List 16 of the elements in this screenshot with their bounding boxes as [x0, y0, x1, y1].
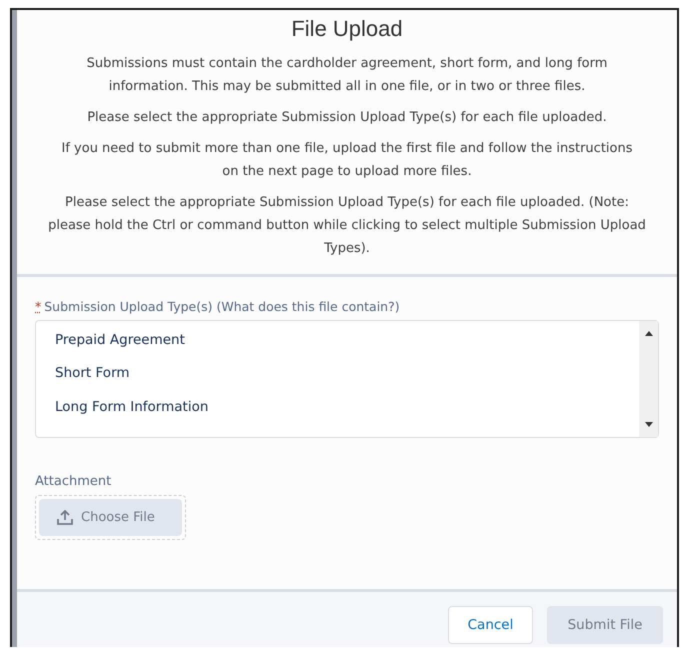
dialog-title: File Upload: [291, 16, 403, 42]
upload-icon: [57, 510, 73, 525]
cancel-button[interactable]: Cancel: [448, 606, 533, 644]
instruction-text: Please select the appropriate Submission Upload Type(s) for each file uploaded. (Note: please hold the Ctrl or command button while clicking to select multiple Submission Upload Types).: [47, 194, 647, 258]
list-option[interactable]: Short Form: [36, 362, 639, 396]
instruction-text: If you need to submit more than one file, upload the first file and follow the instructions on the next page to upload more files.: [60, 140, 634, 181]
field-label: Submission Upload Type(s) (What does this file contain?): [44, 299, 400, 314]
required-mark: *: [35, 299, 42, 314]
multi-select-list[interactable]: Prepaid Agreement Short Form Long Form Information: [35, 320, 659, 438]
instruction-text: Submissions must contain the cardholder agreement, short form, and long form information. This may be submitted all in one file, or in two or three files.: [86, 55, 608, 96]
scroll-down-icon[interactable]: [644, 422, 652, 427]
scroll-up-icon[interactable]: [644, 331, 652, 336]
attachment-label: Attachment: [35, 474, 112, 489]
instruction-text: Please select the appropriate Submission Upload Type(s) for each file uploaded.: [87, 109, 607, 127]
list-option[interactable]: Prepaid Agreement: [36, 329, 639, 362]
list-option[interactable]: Long Form Information: [36, 396, 639, 429]
